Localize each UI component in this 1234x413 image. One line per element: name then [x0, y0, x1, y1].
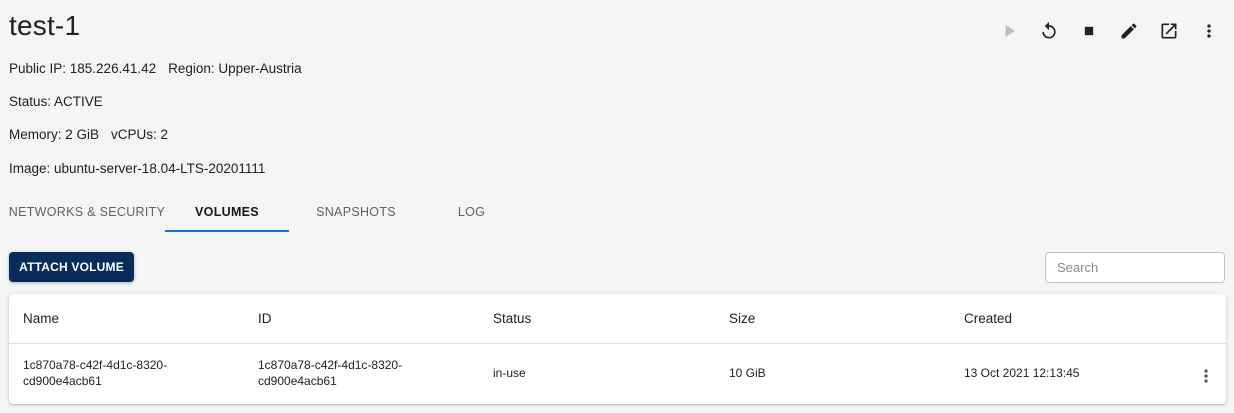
- memory-text: Memory: 2 GiB: [9, 127, 100, 142]
- column-header-status[interactable]: Status: [493, 311, 531, 326]
- edit-icon: [1121, 23, 1137, 39]
- image-text: Image: ubuntu-server-18.04-LTS-20201111: [9, 161, 266, 176]
- restart-button[interactable]: [1034, 16, 1064, 46]
- start-button[interactable]: [994, 16, 1024, 46]
- volume-id-line1: 1c870a78-c42f-4d1c-8320-: [258, 358, 403, 372]
- volume-id-cell: 1c870a78-c42f-4d1c-8320- cd900e4acb61: [258, 357, 402, 389]
- stop-icon: [1084, 26, 1094, 36]
- volume-id-line2: cd900e4acb61: [258, 374, 337, 388]
- public-ip-text: Public IP: 185.226.41.42: [9, 61, 157, 76]
- volume-name-cell: 1c870a78-c42f-4d1c-8320- cd900e4acb61: [23, 357, 167, 389]
- column-header-id[interactable]: ID: [258, 311, 272, 326]
- attach-volume-button[interactable]: ATTACH VOLUME: [9, 252, 134, 282]
- open-external-icon: [1161, 23, 1177, 39]
- tab-bar: NETWORKS & SECURITY VOLUMES SNAPSHOTS LO…: [0, 195, 503, 232]
- more-vert-icon: [1204, 369, 1208, 383]
- tab-log[interactable]: LOG: [440, 195, 503, 232]
- volume-created-cell: 13 Oct 2021 12:13:45: [964, 366, 1080, 380]
- network-info: Public IP: 185.226.41.42 Region: Upper-Au…: [9, 61, 302, 76]
- status-text: Status: ACTIVE: [9, 94, 103, 109]
- volume-status-cell: in-use: [493, 366, 526, 380]
- volume-name-line2: cd900e4acb61: [23, 374, 102, 388]
- table-header: Name ID Status Size Created: [9, 294, 1226, 344]
- page-title: test-1: [9, 10, 81, 41]
- play-icon: [1005, 25, 1015, 37]
- volume-size-cell: 10 GiB: [729, 366, 766, 380]
- column-header-created[interactable]: Created: [964, 311, 1012, 326]
- volumes-table: Name ID Status Size Created 1c870a78-c42…: [9, 294, 1226, 404]
- column-header-size[interactable]: Size: [729, 311, 755, 326]
- image-info: Image: ubuntu-server-18.04-LTS-20201111: [9, 161, 265, 176]
- status-info: Status: ACTIVE: [9, 94, 103, 109]
- resources-info: Memory: 2 GiB vCPUs: 2: [9, 127, 168, 142]
- tab-networks-security[interactable]: NETWORKS & SECURITY: [0, 195, 174, 232]
- volume-name-line1: 1c870a78-c42f-4d1c-8320-: [23, 358, 168, 372]
- column-header-name[interactable]: Name: [23, 311, 59, 326]
- row-actions-button[interactable]: [1194, 364, 1218, 388]
- restart-icon: [1042, 21, 1056, 39]
- tab-volumes[interactable]: VOLUMES: [165, 195, 289, 232]
- open-console-button[interactable]: [1154, 16, 1184, 46]
- more-options-button[interactable]: [1194, 16, 1224, 46]
- edit-button[interactable]: [1114, 16, 1144, 46]
- region-text: Region: Upper-Austria: [168, 61, 302, 76]
- search-input[interactable]: [1045, 252, 1225, 283]
- stop-button[interactable]: [1074, 16, 1104, 46]
- tab-snapshots[interactable]: SNAPSHOTS: [289, 195, 423, 232]
- more-vert-icon: [1207, 24, 1211, 38]
- table-row[interactable]: 1c870a78-c42f-4d1c-8320- cd900e4acb61 1c…: [9, 344, 1226, 404]
- vcpus-text: vCPUs: 2: [111, 127, 169, 142]
- instance-toolbar: [984, 16, 1224, 46]
